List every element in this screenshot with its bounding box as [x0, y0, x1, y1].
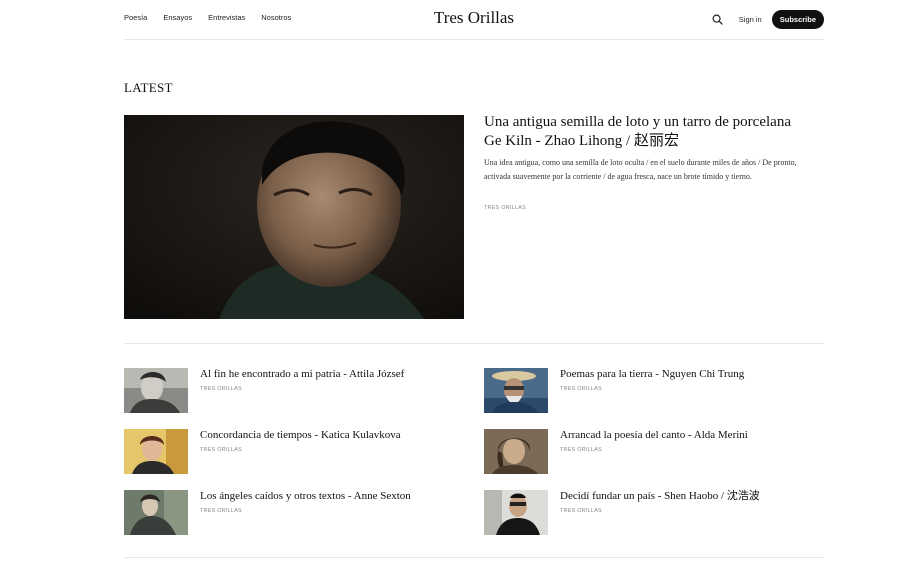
post-title[interactable]: Decidí fundar un país - Shen Haobo / 沈浩波 [560, 490, 830, 503]
post-author[interactable]: TRES ORILLAS [560, 447, 602, 453]
post-thumbnail[interactable] [124, 490, 188, 535]
signin-link[interactable]: Sign in [739, 15, 762, 24]
nav-poesia[interactable]: Poesía [124, 13, 147, 22]
post-author[interactable]: TRES ORILLAS [200, 508, 242, 514]
post-author[interactable]: TRES ORILLAS [200, 447, 242, 453]
post-thumbnail[interactable] [484, 490, 548, 535]
post-thumbnail[interactable] [484, 429, 548, 474]
subscribe-button[interactable]: Subscribe [771, 10, 824, 29]
feature-excerpt: Una idea antigua, como una semilla de lo… [484, 158, 797, 181]
post-title[interactable]: Concordancia de tiempos - Katica Kulavko… [200, 429, 470, 442]
post-title[interactable]: Poemas para la tierra - Nguyen Chi Trung [560, 368, 830, 381]
section-heading: LATEST [124, 80, 173, 95]
site-header: Poesía Ensayos Entrevistas Nosotros Tres… [124, 0, 824, 40]
post-item[interactable]: Poemas para la tierra - Nguyen Chi Trung… [484, 368, 784, 414]
divider [124, 343, 824, 344]
post-item[interactable]: Concordancia de tiempos - Katica Kulavko… [124, 429, 424, 475]
main-nav: Poesía Ensayos Entrevistas Nosotros [124, 13, 291, 22]
post-thumbnail[interactable] [484, 368, 548, 413]
nav-ensayos[interactable]: Ensayos [163, 13, 192, 22]
post-item[interactable]: Decidí fundar un país - Shen Haobo / 沈浩波… [484, 490, 784, 536]
post-author[interactable]: TRES ORILLAS [200, 386, 242, 392]
feature-image[interactable] [124, 115, 464, 319]
header-actions: Sign in Subscribe [711, 10, 824, 29]
divider [124, 557, 824, 558]
search-icon[interactable] [711, 13, 725, 27]
feature-author[interactable]: TRES ORILLAS [484, 205, 526, 211]
post-title[interactable]: Arrancad la poesía del canto - Alda Meri… [560, 429, 830, 442]
site-title[interactable]: Tres Orillas [434, 8, 514, 27]
post-item[interactable]: Los ángeles caídos y otros textos - Anne… [124, 490, 424, 536]
post-title[interactable]: Los ángeles caídos y otros textos - Anne… [200, 490, 470, 503]
post-item[interactable]: Al fin he encontrado a mi patria - Attil… [124, 368, 424, 414]
nav-entrevistas[interactable]: Entrevistas [208, 13, 245, 22]
feature-title[interactable]: Una antigua semilla de loto y un tarro d… [484, 113, 804, 151]
post-item[interactable]: Arrancad la poesía del canto - Alda Meri… [484, 429, 784, 475]
post-author[interactable]: TRES ORILLAS [560, 386, 602, 392]
post-thumbnail[interactable] [124, 429, 188, 474]
post-title[interactable]: Al fin he encontrado a mi patria - Attil… [200, 368, 470, 381]
nav-nosotros[interactable]: Nosotros [261, 13, 291, 22]
post-author[interactable]: TRES ORILLAS [560, 508, 602, 514]
post-thumbnail[interactable] [124, 368, 188, 413]
